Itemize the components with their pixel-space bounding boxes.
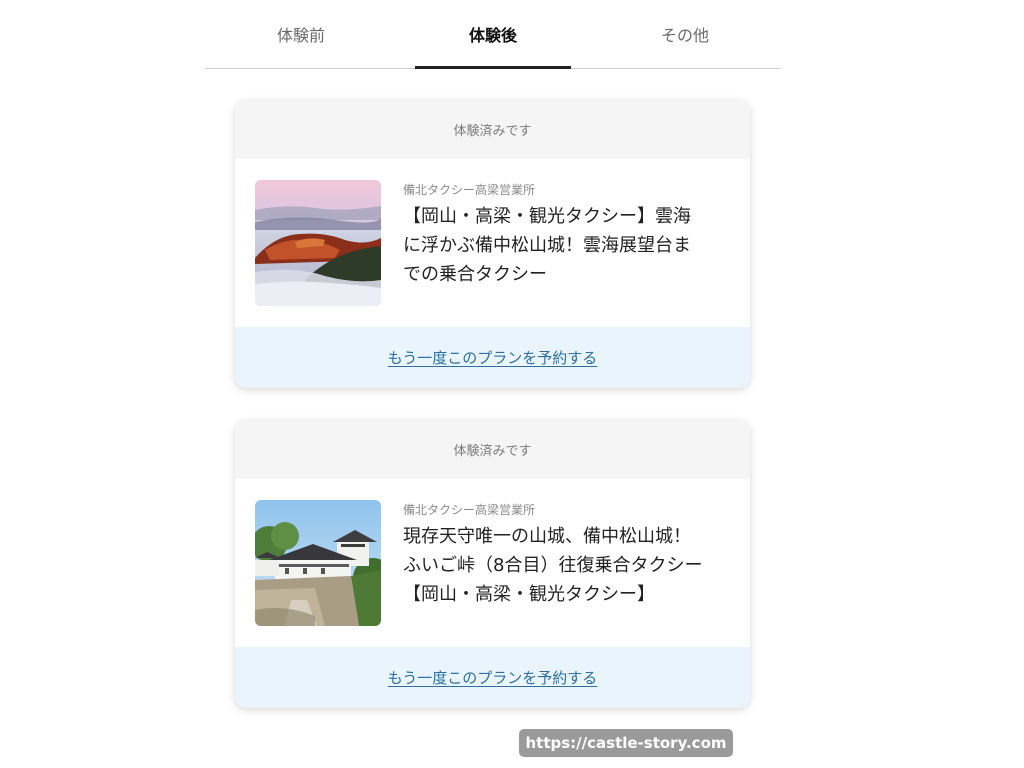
plan-title[interactable]: 【岡山・高梁・観光タクシー】雲海 に浮かぶ備中松山城！雲海展望台ま での乗合タク… xyxy=(403,202,733,289)
tab-before-experience[interactable]: 体験前 xyxy=(205,0,397,68)
plan-info: 備北タクシー高梁営業所 現存天守唯一の山城、備中松山城！ ふいご峠（8合目）往復… xyxy=(403,500,733,609)
card-body[interactable]: 備北タクシー高梁営業所 現存天守唯一の山城、備中松山城！ ふいご峠（8合目）往復… xyxy=(235,479,750,647)
rebook-plan-link[interactable]: もう一度このプランを予約する xyxy=(388,667,598,688)
booking-card: 体験済みです xyxy=(235,420,750,708)
tab-bar: 体験前 体験後 その他 xyxy=(205,0,781,69)
tab-other[interactable]: その他 xyxy=(589,0,781,68)
page: 体験前 体験後 その他 体験済みです 備北タクシー高梁営業所 【岡山・高梁・観光… xyxy=(0,0,1024,768)
site-watermark: https://castle-story.com xyxy=(519,729,733,757)
provider-name: 備北タクシー高梁営業所 xyxy=(403,183,536,197)
plan-title[interactable]: 現存天守唯一の山城、備中松山城！ ふいご峠（8合目）往復乗合タクシー 【岡山・高… xyxy=(403,522,733,609)
plan-title-line: での乗合タクシー xyxy=(403,264,547,285)
sea-of-clouds-castle-photo[interactable] xyxy=(255,180,381,306)
provider-name: 備北タクシー高梁営業所 xyxy=(403,503,536,517)
plan-title-line: 現存天守唯一の山城、備中松山城！ xyxy=(403,526,691,547)
experienced-status: 体験済みです xyxy=(235,100,750,159)
plan-info: 備北タクシー高梁営業所 【岡山・高梁・観光タクシー】雲海 に浮かぶ備中松山城！雲… xyxy=(403,180,733,289)
plan-title-line: ふいご峠（8合目）往復乗合タクシー xyxy=(403,555,703,576)
rebook-area: もう一度このプランを予約する xyxy=(235,647,750,708)
rebook-plan-link[interactable]: もう一度このプランを予約する xyxy=(388,347,598,368)
plan-title-line: 【岡山・高梁・観光タクシー】雲海 xyxy=(403,206,691,227)
rebook-area: もう一度このプランを予約する xyxy=(235,327,750,388)
castle-wall-photo[interactable] xyxy=(255,500,381,626)
booking-card: 体験済みです xyxy=(235,100,750,388)
card-body[interactable]: 備北タクシー高梁営業所 【岡山・高梁・観光タクシー】雲海 に浮かぶ備中松山城！雲… xyxy=(235,159,750,327)
plan-title-line: 【岡山・高梁・観光タクシー】 xyxy=(403,584,655,605)
plan-title-line: に浮かぶ備中松山城！雲海展望台ま xyxy=(403,235,691,256)
tab-after-experience[interactable]: 体験後 xyxy=(397,0,589,69)
experienced-status: 体験済みです xyxy=(235,420,750,479)
